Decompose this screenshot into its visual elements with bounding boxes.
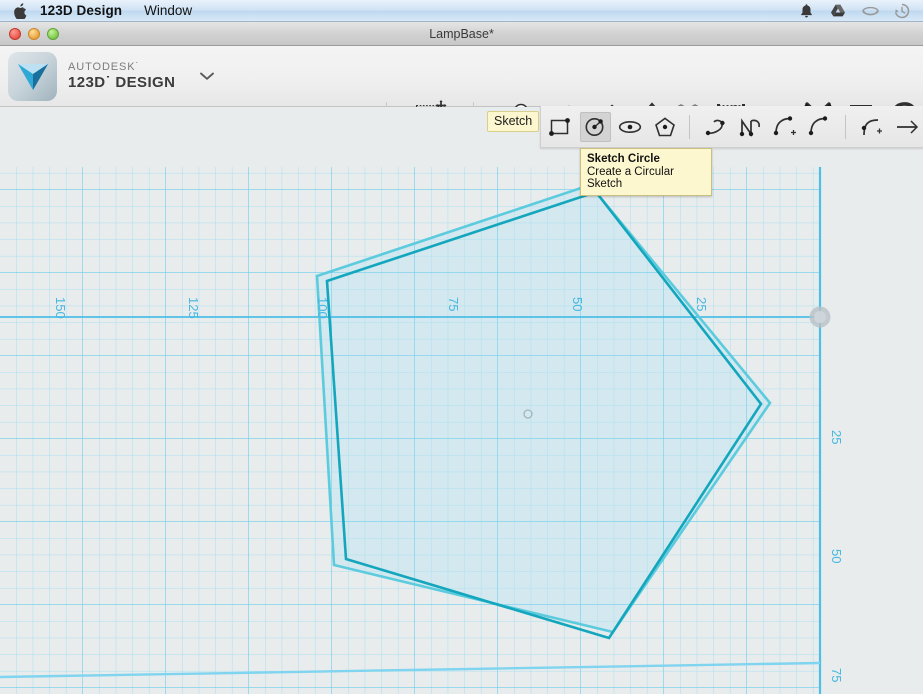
tooltip-body: Create a Circular Sketch [587,166,674,190]
google-drive-icon[interactable] [829,2,847,20]
application-window: 123D Design Window LampBase* AUTODESK˙ 1… [0,0,923,694]
menu-status-area [797,2,911,20]
sketch-ellipse-tool[interactable] [615,112,646,142]
autodesk-logo-icon [8,52,57,101]
tooltip-title: Sketch Circle [587,153,660,165]
sketch-polygon-tool[interactable] [649,112,680,142]
sketch-sub-toolbar [540,106,923,148]
axis-drag-handle-inner [814,311,826,323]
main-toolbar: AUTODESK˙ 123D˙ DESIGN [0,46,923,149]
time-machine-icon[interactable] [893,2,911,20]
dish-icon[interactable] [861,2,879,20]
apple-logo-icon[interactable] [12,2,28,20]
menu-app-name[interactable]: 123D Design [40,3,122,18]
document-title: LampBase* [429,26,494,41]
sketch-trim-tool[interactable] [892,112,923,142]
grid-label-75: 75 [446,297,461,311]
notification-bell-icon[interactable] [797,2,815,20]
sketch-spline-tool[interactable] [701,112,732,142]
menu-item-window[interactable]: Window [144,3,192,18]
grid-label-125: 125 [186,297,201,319]
grid-labels-vertical: 25 50 75 [829,430,844,682]
grid-label-right-75: 75 [829,668,844,682]
grid-label-100: 100 [315,297,330,319]
sketch-polyline-tool[interactable] [736,112,767,142]
sketch-three-point-arc-tool[interactable] [806,112,837,142]
design-canvas[interactable]: 150 125 100 75 50 25 25 50 75 [0,107,923,694]
macos-menu-bar: 123D Design Window [0,0,923,22]
autodesk-brand[interactable]: AUTODESK˙ 123D˙ DESIGN [8,52,215,101]
grid-label-right-50: 50 [829,549,844,563]
chevron-down-icon[interactable] [199,68,215,85]
grid-label-150: 150 [53,297,68,319]
brand-line-1: AUTODESK˙ [68,60,141,73]
grid-label-50: 50 [570,297,585,311]
sketch-fillet-tool[interactable] [857,112,888,142]
grid-label-25: 25 [694,297,709,311]
sketch-rectangle-tool[interactable] [545,112,576,142]
canvas-svg: 150 125 100 75 50 25 25 50 75 [0,167,844,694]
tooltip: Sketch Circle Create a Circular Sketch [580,148,712,196]
brand-text: AUTODESK˙ 123D˙ DESIGN [68,60,176,92]
sketch-toolbar-separator-2 [845,114,847,139]
sketch-circle-tool[interactable] [579,111,611,142]
sketch-mode-label: Sketch [487,111,540,132]
sketch-two-point-arc-tool[interactable] [771,112,802,142]
grid-label-right-25: 25 [829,430,844,444]
brand-line-2: 123D˙ DESIGN [68,74,176,92]
window-title-bar: LampBase* [0,22,923,46]
sketch-toolbar-separator-1 [689,114,691,139]
